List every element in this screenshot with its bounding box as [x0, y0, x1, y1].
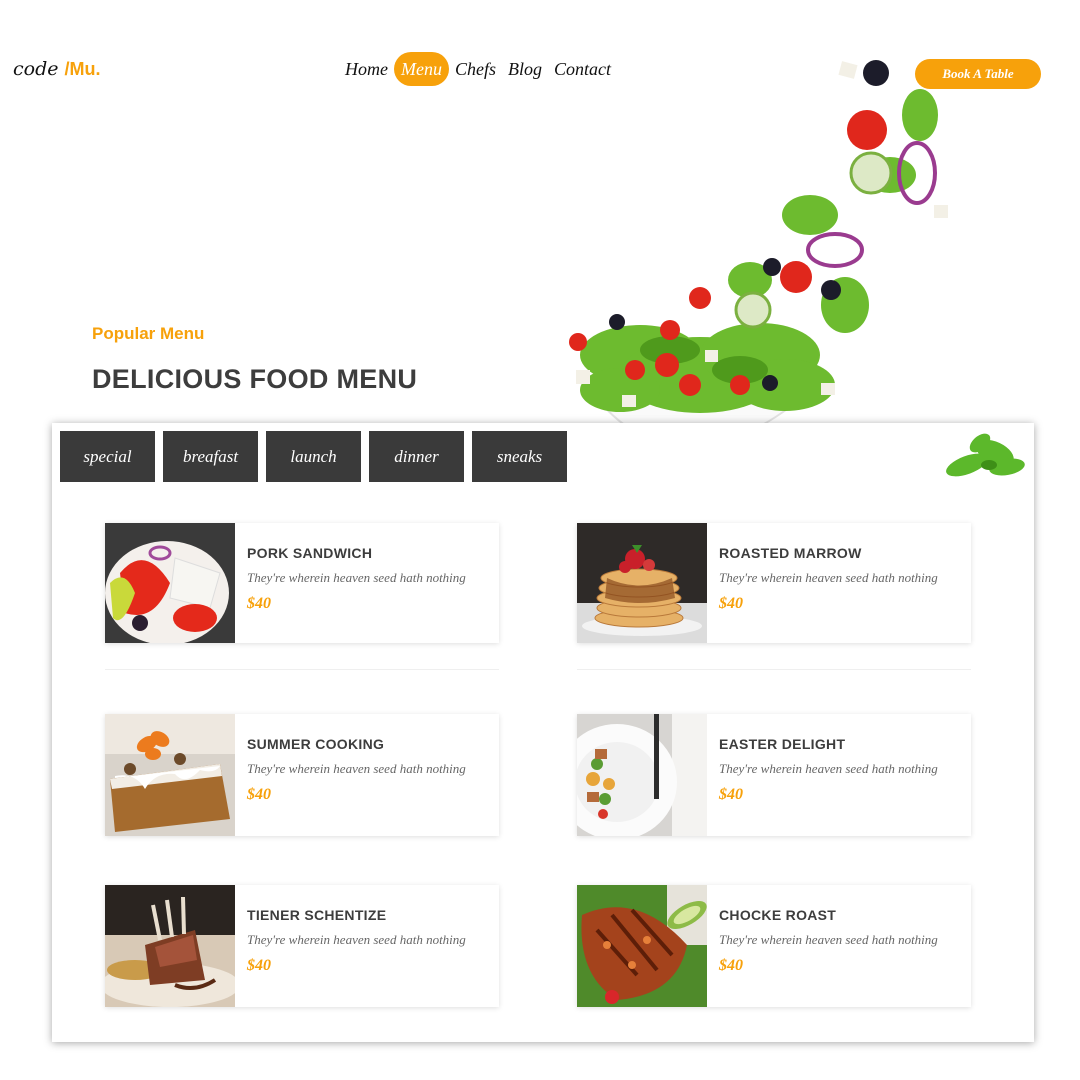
pancakes-photo: [577, 523, 707, 643]
menu-item-description: They're wherein heaven seed hath nothing: [247, 761, 466, 776]
menu-item-price: $40: [247, 595, 271, 612]
menu-card[interactable]: CHOCKE ROAST They're wherein heaven seed…: [577, 885, 971, 1007]
menu-item-description: They're wherein heaven seed hath nothing: [719, 761, 938, 776]
menu-item-price: $40: [719, 957, 743, 974]
grilled-chicken-photo: [577, 885, 707, 1007]
section-eyebrow: Popular Menu: [92, 324, 205, 343]
nav-item-contact[interactable]: Contact: [548, 52, 617, 86]
section-title: DELICIOUS FOOD MENU: [92, 364, 418, 394]
tab-dinner[interactable]: dinner: [369, 431, 464, 482]
plated-dish-photo: [577, 714, 707, 836]
rack-of-lamb-photo: [105, 885, 235, 1007]
nav-item-home[interactable]: Home: [339, 52, 394, 86]
menu-item-name: CHOCKE ROAST: [719, 907, 837, 923]
menu-item-name: SUMMER COOKING: [247, 736, 385, 752]
tab-breakfast[interactable]: breafast: [163, 431, 258, 482]
menu-card[interactable]: SUMMER COOKING They're wherein heaven se…: [105, 714, 499, 836]
menu-item-name: EASTER DELIGHT: [719, 736, 846, 752]
logo-main: code: [13, 58, 59, 80]
book-table-button[interactable]: Book A Table: [915, 59, 1041, 89]
menu-card[interactable]: ROASTED MARROW They're wherein heaven se…: [577, 523, 971, 643]
menu-tabs: special breafast launch dinner sneaks: [60, 431, 567, 482]
menu-item-name: TIENER SCHENTIZE: [247, 907, 387, 923]
menu-item-description: They're wherein heaven seed hath nothing: [719, 570, 938, 585]
menu-item-price: $40: [247, 786, 271, 803]
logo-accent: /Mu.: [64, 59, 101, 79]
menu-item-description: They're wherein heaven seed hath nothing: [247, 932, 466, 947]
carrot-cake-photo: [105, 714, 235, 836]
menu-card[interactable]: TIENER SCHENTIZE They're wherein heaven …: [105, 885, 499, 1007]
menu-card[interactable]: EASTER DELIGHT They're wherein heaven se…: [577, 714, 971, 836]
logo[interactable]: code /Mu.: [13, 58, 101, 80]
menu-item-description: They're wherein heaven seed hath nothing: [247, 570, 466, 585]
menu-item-price: $40: [247, 957, 271, 974]
greek-salad-photo: [105, 523, 235, 643]
tab-special[interactable]: special: [60, 431, 155, 482]
menu-card[interactable]: PORK SANDWICH They're wherein heaven see…: [105, 523, 499, 643]
menu-item-price: $40: [719, 595, 743, 612]
menu-item-description: They're wherein heaven seed hath nothing: [719, 932, 938, 947]
nav-item-chefs[interactable]: Chefs: [449, 52, 502, 86]
tab-lunch[interactable]: launch: [266, 431, 361, 482]
menu-item-price: $40: [719, 786, 743, 803]
tab-snacks[interactable]: sneaks: [472, 431, 567, 482]
row-divider: [577, 669, 971, 670]
menu-item-name: ROASTED MARROW: [719, 545, 862, 561]
row-divider: [105, 669, 499, 670]
nav-item-blog[interactable]: Blog: [502, 52, 548, 86]
nav-item-menu[interactable]: Menu: [394, 52, 449, 86]
mint-leaf-image: [946, 433, 1025, 477]
menu-item-name: PORK SANDWICH: [247, 545, 373, 561]
menu-panel: special breafast launch dinner sneaks PO…: [52, 423, 1034, 1042]
main-nav: Home Menu Chefs Blog Contact: [339, 52, 617, 86]
